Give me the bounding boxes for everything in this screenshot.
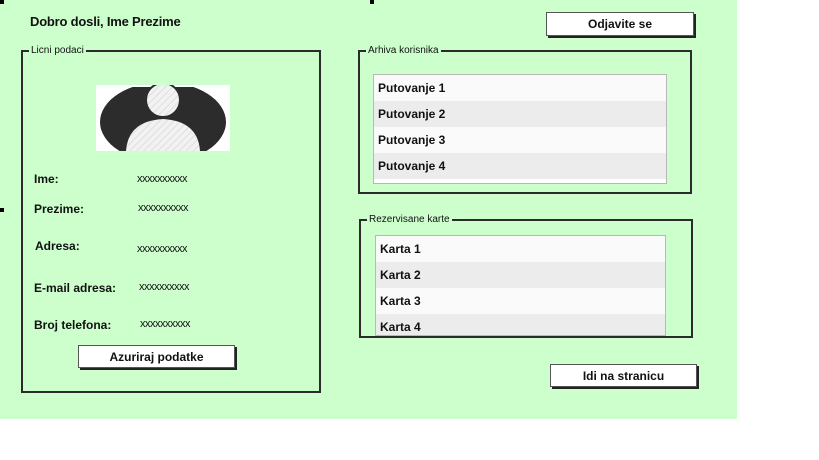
update-profile-button[interactable]: Azuriraj podatke bbox=[78, 345, 235, 368]
list-item[interactable]: Putovanje 3 bbox=[374, 127, 666, 153]
list-item[interactable]: Karta 4 bbox=[376, 314, 665, 335]
list-item[interactable]: Karta 3 bbox=[376, 288, 665, 314]
list-item[interactable]: Putovanje 2 bbox=[374, 101, 666, 127]
list-item[interactable]: Putovanje 1 bbox=[374, 75, 666, 101]
logout-button[interactable]: Odjavite se bbox=[546, 12, 694, 36]
email-value: xxxxxxxxxx bbox=[139, 281, 190, 293]
archive-list[interactable]: Putovanje 1 Putovanje 2 Putovanje 3 Puto… bbox=[373, 74, 667, 184]
selection-handle bbox=[370, 0, 374, 4]
phone-value: xxxxxxxxxx bbox=[140, 318, 191, 330]
address-label: Adresa: bbox=[35, 239, 80, 253]
email-label: E-mail adresa: bbox=[34, 281, 117, 295]
selection-handle bbox=[0, 208, 4, 212]
list-item[interactable]: Karta 2 bbox=[376, 262, 665, 288]
goto-page-button[interactable]: Idi na stranicu bbox=[550, 364, 697, 387]
first-name-value: xxxxxxxxxx bbox=[137, 173, 188, 185]
address-value: xxxxxxxxxx bbox=[137, 243, 188, 255]
profile-legend: Licni podaci bbox=[31, 45, 84, 56]
phone-label: Broj telefona: bbox=[34, 318, 112, 332]
selection-handle bbox=[0, 0, 4, 4]
tickets-list[interactable]: Karta 1 Karta 2 Karta 3 Karta 4 bbox=[375, 235, 666, 336]
first-name-label: Ime: bbox=[34, 172, 59, 186]
archive-legend: Arhiva korisnika bbox=[368, 45, 439, 56]
user-avatar-icon bbox=[96, 85, 230, 151]
welcome-title: Dobro dosli, Ime Prezime bbox=[30, 14, 181, 29]
last-name-value: xxxxxxxxxx bbox=[138, 202, 189, 214]
last-name-label: Prezime: bbox=[34, 202, 85, 216]
list-item[interactable]: Karta 1 bbox=[376, 236, 665, 262]
tickets-legend: Rezervisane karte bbox=[369, 214, 450, 225]
list-item[interactable]: Putovanje 4 bbox=[374, 153, 666, 179]
